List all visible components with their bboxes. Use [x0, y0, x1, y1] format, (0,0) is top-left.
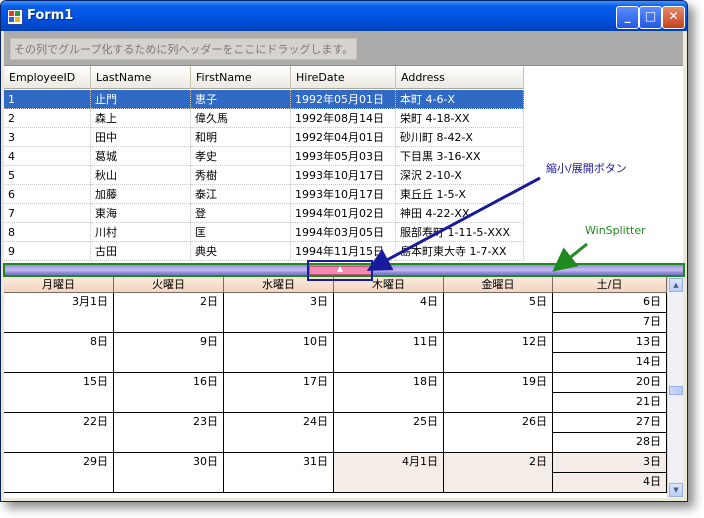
annotation-arrows	[366, 176, 588, 272]
splitter-arrow	[552, 242, 588, 272]
toggle-annotation-label: 縮小/展開ボタン	[546, 162, 627, 175]
toggle-arrow	[366, 176, 541, 271]
splitter-annotation-label: WinSplitter	[585, 224, 646, 237]
